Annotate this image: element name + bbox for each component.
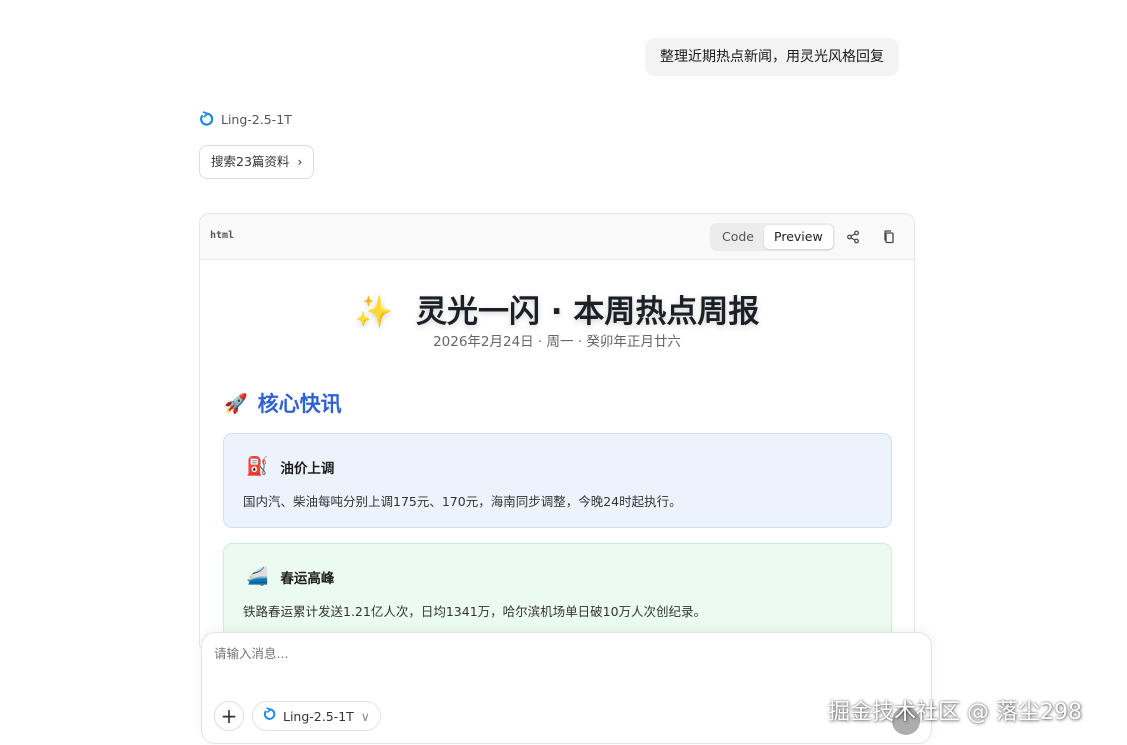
news-card: ⛽ 油价上调 国内汽、柴油每吨分别上调175元、170元，海南同步调整，今晚24… — [223, 433, 892, 528]
sparkles-icon: ✨ — [354, 294, 394, 330]
html-preview: ✨ 灵光一闪 · 本周热点周报 2026年2月24日 · 周一 · 癸卯年正月廿… — [200, 260, 914, 652]
model-selector[interactable]: Ling-2.5-1T ∨ — [252, 701, 381, 731]
plus-icon: + — [220, 704, 238, 728]
chat-page: 整理近期热点新闻，用灵光风格回复 Ling-2.5-1T 搜索23篇资料 › h… — [0, 0, 1127, 745]
ling-logo-icon — [199, 111, 214, 128]
message-input[interactable] — [214, 646, 914, 661]
news-card: 🚄 春运高峰 铁路春运累计发送1.21亿人次，日均1341万，哈尔滨机场单日破1… — [223, 543, 892, 638]
tab-code[interactable]: Code — [712, 225, 764, 249]
fuel-pump-icon: ⛽ — [246, 456, 269, 477]
section-heading: 🚀 核心快讯 — [224, 388, 342, 418]
preview-title: ✨ 灵光一闪 · 本周热点周报 — [200, 286, 914, 331]
ling-logo-icon — [263, 707, 276, 725]
news-card-text: 国内汽、柴油每吨分别上调175元、170元，海南同步调整，今晚24时起执行。 — [243, 494, 682, 509]
add-attachment-button[interactable]: + — [214, 701, 244, 731]
code-artifact-panel: html Code Preview ✨ 灵光一闪 · 本周热点周报 2026年2… — [199, 213, 915, 653]
search-sources-button[interactable]: 搜索23篇资料 › — [199, 145, 315, 179]
rocket-icon: 🚀 — [224, 392, 248, 415]
copy-icon[interactable] — [880, 228, 898, 246]
news-card-title-text: 油价上调 — [280, 460, 335, 477]
preview-date-line: 2026年2月24日 · 周一 · 癸卯年正月廿六 — [433, 334, 681, 350]
user-message-bubble: 整理近期热点新闻，用灵光风格回复 — [645, 38, 899, 76]
news-card-title-text: 春运高峰 — [280, 570, 335, 587]
section-heading-text: 核心快讯 — [257, 392, 342, 416]
news-card-title: ⛽ 油价上调 — [246, 456, 334, 477]
bullet-train-icon: 🚄 — [246, 566, 269, 587]
chevron-down-icon: ∨ — [360, 708, 370, 724]
preview-title-text: 灵光一闪 · 本周热点周报 — [416, 294, 760, 330]
tab-preview[interactable]: Preview — [764, 225, 833, 249]
message-composer: + Ling-2.5-1T ∨ — [201, 632, 932, 744]
share-icon[interactable] — [844, 228, 862, 246]
view-toggle: Code Preview — [710, 223, 835, 251]
search-sources-label: 搜索23篇资料 — [211, 154, 290, 169]
chevron-right-icon: › — [297, 154, 303, 169]
watermark: 掘金技术社区 @ 落尘298 — [828, 700, 1082, 725]
assistant-header: Ling-2.5-1T — [199, 111, 292, 128]
artifact-language-label: html — [210, 230, 235, 241]
assistant-model-name: Ling-2.5-1T — [221, 112, 292, 127]
news-card-title: 🚄 春运高峰 — [246, 566, 334, 587]
artifact-header: html Code Preview — [200, 214, 914, 260]
news-card-text: 铁路春运累计发送1.21亿人次，日均1341万，哈尔滨机场单日破10万人次创纪录… — [243, 604, 707, 619]
model-selector-label: Ling-2.5-1T — [283, 708, 354, 724]
